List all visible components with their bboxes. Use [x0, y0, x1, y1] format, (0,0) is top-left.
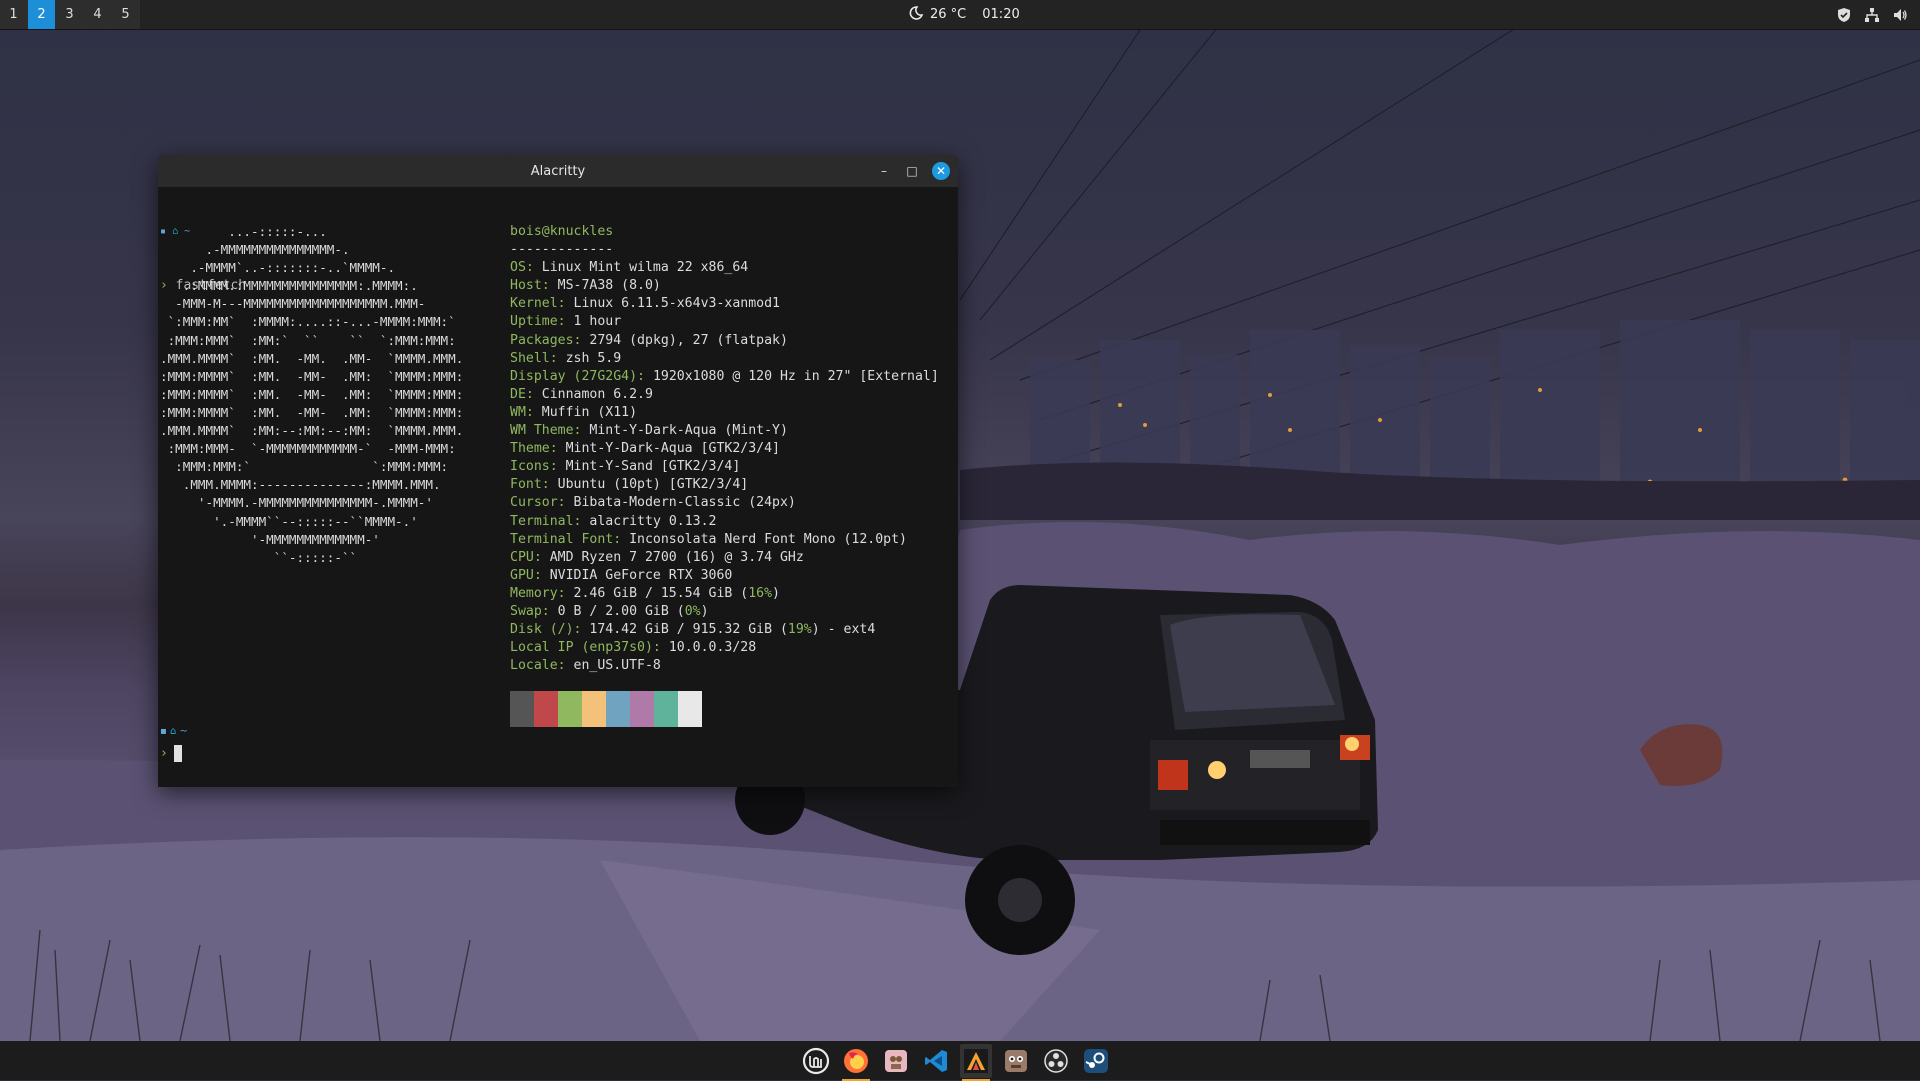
steam-icon[interactable]: [1080, 1044, 1112, 1078]
volume-icon[interactable]: [1892, 7, 1908, 23]
info-row: OS: Linux Mint wilma 22 x86_64: [510, 260, 749, 276]
info-row: Icons: Mint-Y-Sand [GTK2/3/4]: [510, 459, 741, 475]
system-tray: [1836, 0, 1920, 29]
info-row-swap: Swap: 0 B / 2.00 GiB (0%): [510, 603, 709, 619]
ascii-line: '-MMMMMMMMMMMMM-': [160, 531, 380, 547]
ascii-line: .-MMMMMMMMMMMMMMM-.: [160, 242, 350, 258]
color-palette: [510, 691, 702, 727]
info-row: Host: MS-7A38 (8.0): [510, 278, 661, 294]
prompt-dir-2: ~: [179, 726, 188, 737]
workspace-2-button[interactable]: 2: [28, 0, 56, 29]
info-row: Kernel: Linux 6.11.5-x64v3-xanmod1: [510, 296, 780, 312]
alacritty-window: Alacritty – □ ✕ ▪ ⌂ ~ › fastfetch ...-::…: [158, 155, 958, 787]
info-row-memory: Memory: 2.46 GiB / 15.54 GiB (16%): [510, 585, 780, 601]
ascii-line: :MMM:MMM` :MM:` `` `` `:MMM:MMM:: [160, 332, 456, 348]
workspace-4-button[interactable]: 4: [84, 0, 112, 29]
palette-swatch: [678, 691, 702, 727]
info-separator: -------------: [510, 242, 614, 258]
info-row: WM: Muffin (X11): [510, 404, 638, 420]
clock-weather-applet[interactable]: 26 °C 01:20: [908, 0, 1020, 29]
ascii-line: -MMM-M---MMMMMMMMMMMMMMMMMMM.MMM-: [160, 296, 426, 312]
window-title: Alacritty: [530, 163, 586, 179]
ascii-line: '.-MMMM``--:::::--``MMMM-.': [160, 513, 418, 529]
ascii-line: '-MMMM.-MMMMMMMMMMMMMMM-.MMMM-': [160, 495, 433, 511]
clock-time: 01:20: [982, 7, 1020, 22]
palette-swatch: [558, 691, 582, 727]
info-row-locale: Locale: en_US.UTF-8: [510, 658, 661, 674]
ascii-line: `:MMM:MM` :MMMM:....::-...-MMMM:MMM:`: [160, 314, 456, 330]
user-host: bois@knuckles: [510, 224, 614, 239]
info-row: Uptime: 1 hour: [510, 314, 622, 330]
shield-icon[interactable]: [1836, 7, 1852, 23]
ascii-line: .MMM.MMMM:--------------:MMMM.MMM.: [160, 477, 441, 493]
info-row: GPU: NVIDIA GeForce RTX 3060: [510, 567, 733, 583]
info-row: CPU: AMD Ryzen 7 2700 (16) @ 3.74 GHz: [510, 549, 804, 565]
info-row: Theme: Mint-Y-Dark-Aqua [GTK2/3/4]: [510, 441, 780, 457]
info-row: Cursor: Bibata-Modern-Classic (24px): [510, 495, 796, 511]
info-row: WM Theme: Mint-Y-Dark-Aqua (Mint-Y): [510, 423, 788, 439]
network-icon[interactable]: [1864, 7, 1880, 23]
info-row: Terminal Font: Inconsolata Nerd Font Mon…: [510, 531, 907, 547]
info-row: Font: Ubuntu (10pt) [GTK2/3/4]: [510, 477, 749, 493]
close-button[interactable]: ✕: [932, 162, 950, 180]
ascii-line: :MMM:MMMM` :MM. -MM- .MM: `MMMM:MMM:: [160, 386, 464, 402]
ascii-line: ...-:::::-...: [160, 224, 327, 239]
mint-menu-icon[interactable]: [800, 1044, 832, 1078]
gnome-boxes-icon[interactable]: [1000, 1044, 1032, 1078]
info-row: Packages: 2794 (dpkg), 27 (flatpak): [510, 332, 788, 348]
window-titlebar[interactable]: Alacritty – □ ✕: [158, 155, 958, 187]
prompt-arrow-icon: ›: [160, 746, 168, 761]
top-panel: 1 2 3 4 5 26 °C 01:20: [0, 0, 1920, 30]
ascii-line: .-MMMM`..-:::::::-..`MMMM-.: [160, 260, 396, 276]
alacritty-icon[interactable]: [960, 1043, 992, 1081]
workspace-1-button[interactable]: 1: [0, 0, 28, 29]
system-info: bois@knuckles ------------- OS: Linux Mi…: [510, 223, 939, 675]
home-icon: ⌂: [169, 726, 177, 737]
info-row-disk: Disk (/): 174.42 GiB / 915.32 GiB (19%) …: [510, 622, 876, 638]
mint-ascii-logo: ...-:::::-... .-MMMMMMMMMMMMMMM-. .-MMMM…: [160, 223, 463, 567]
palette-swatch: [654, 691, 678, 727]
firefox-icon[interactable]: [840, 1044, 872, 1081]
workspace-switcher: 1 2 3 4 5: [0, 0, 140, 29]
ascii-line: .:MMMM.:MMMMMMMMMMMMMMM:.MMMM:.: [160, 278, 418, 294]
info-row: DE: Cinnamon 6.2.9: [510, 386, 653, 402]
palette-swatch: [582, 691, 606, 727]
palette-swatch: [606, 691, 630, 727]
prompt-path-line-2: ▪ ⌂ ~: [160, 726, 188, 744]
ascii-line: :MMM:MMM:` `:MMM:MMM:: [160, 459, 449, 475]
info-row: Display (27G2G4): 1920x1080 @ 120 Hz in …: [510, 368, 939, 384]
gimp-icon[interactable]: [880, 1044, 912, 1078]
input-line[interactable]: ›: [160, 745, 182, 762]
palette-swatch: [534, 691, 558, 727]
palette-swatch: [510, 691, 534, 727]
ascii-line: :MMM:MMM- `-MMMMMMMMMMMM-` -MMM-MMM:: [160, 441, 456, 457]
workspace-3-button[interactable]: 3: [56, 0, 84, 29]
moon-cloud-icon: [908, 5, 924, 25]
ascii-line: :MMM:MMMM` :MM. -MM- .MM: `MMMM:MMM:: [160, 368, 464, 384]
bottom-panel: [0, 1041, 1920, 1081]
ascii-line: .MMM.MMMM` :MM:--:MM:--:MM: `MMMM.MMM.: [160, 423, 464, 439]
taskbar-launchers: [800, 1041, 1112, 1081]
vscode-icon[interactable]: [920, 1044, 952, 1078]
ascii-line: .MMM.MMMM` :MM. -MM. .MM- `MMMM.MMM.: [160, 350, 464, 366]
info-row: Shell: zsh 5.9: [510, 350, 622, 366]
palette-swatch: [630, 691, 654, 727]
weather-temperature: 26 °C: [930, 7, 967, 22]
window-controls: – □ ✕: [876, 155, 950, 187]
ascii-line: ``-:::::-``: [160, 549, 358, 565]
obs-icon[interactable]: [1040, 1044, 1072, 1078]
maximize-button[interactable]: □: [904, 163, 920, 179]
info-row: Terminal: alacritty 0.13.2: [510, 513, 717, 529]
text-cursor: [173, 745, 182, 762]
info-row-local-ip: Local IP (enp37s0): 10.0.0.3/28: [510, 640, 757, 656]
ascii-line: :MMM:MMMM` :MM. -MM- .MM: `MMMM:MMM:: [160, 404, 464, 420]
workspace-5-button[interactable]: 5: [112, 0, 140, 29]
minimize-button[interactable]: –: [876, 163, 892, 179]
terminal-icon: ▪: [160, 726, 167, 737]
